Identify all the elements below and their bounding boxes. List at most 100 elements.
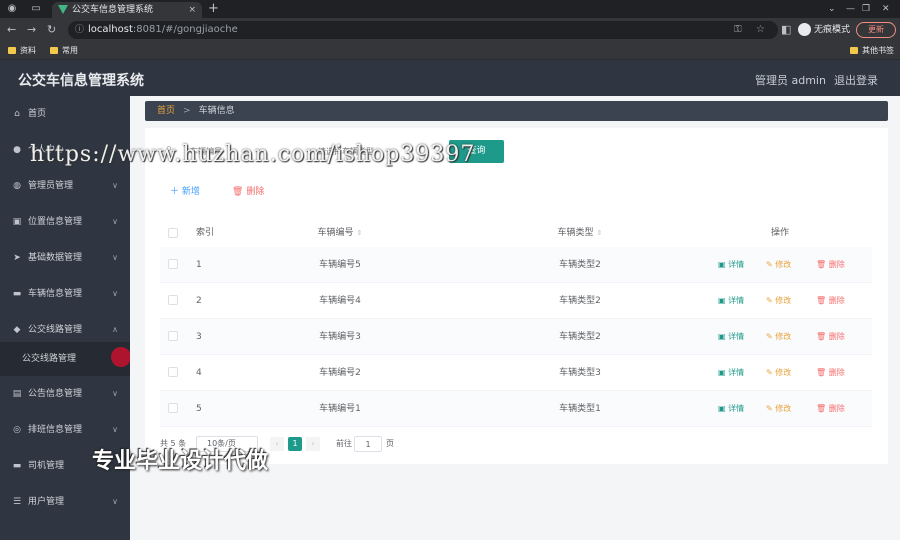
edit-button[interactable]: ✎ 修改 bbox=[766, 355, 791, 391]
breadcrumb-current: 车辆信息 bbox=[198, 106, 235, 116]
pager-goto-label: 前往 bbox=[336, 439, 352, 448]
cell-vehicle-no: 车辆编号2 bbox=[319, 368, 361, 378]
detail-button[interactable]: ▣ 详情 bbox=[718, 391, 744, 427]
logout-link[interactable]: 退出登录 bbox=[834, 72, 878, 88]
window-close-icon[interactable]: ✕ bbox=[882, 2, 890, 16]
cell-vehicle-type: 车辆类型2 bbox=[559, 296, 601, 306]
detail-button[interactable]: ▣ 详情 bbox=[718, 355, 744, 391]
sidebar-item-users[interactable]: ☰ 用户管理 ∨ bbox=[0, 484, 130, 520]
header-operations: 操作 bbox=[770, 228, 789, 238]
sidebar-item-vehicle[interactable]: ▬ 车辆信息管理 ∨ bbox=[0, 276, 130, 312]
pager-page-label: 页 bbox=[386, 439, 394, 448]
row-checkbox[interactable] bbox=[168, 259, 178, 269]
location-icon: ◆ bbox=[13, 325, 21, 335]
header-vehicle-type[interactable]: 车辆类型 ⇕ bbox=[520, 220, 640, 246]
sidepanel-icon[interactable]: ◧ bbox=[781, 23, 791, 37]
edit-button[interactable]: ✎ 修改 bbox=[766, 319, 791, 355]
cell-index: 2 bbox=[196, 296, 202, 306]
reload-icon[interactable]: ↻ bbox=[47, 23, 56, 37]
tab-close-icon[interactable]: × bbox=[188, 2, 196, 18]
browser-tab-strip: ◉ ▭ 公交车信息管理系统 × + ⌄ — ❐ ✕ bbox=[0, 0, 900, 18]
tab-switch-icon[interactable]: ▭ bbox=[28, 2, 44, 16]
next-page-icon[interactable]: › bbox=[306, 437, 320, 451]
sidebar-item-location[interactable]: ▣ 位置信息管理 ∨ bbox=[0, 204, 130, 240]
table-row: 3 车辆编号3 车辆类型2 ▣ 详情 ✎ 修改 🗑 删除 bbox=[160, 319, 872, 355]
chevron-down-icon[interactable]: ⌄ bbox=[828, 2, 836, 16]
cell-vehicle-no: 车辆编号3 bbox=[319, 332, 361, 342]
edit-button[interactable]: ✎ 修改 bbox=[766, 283, 791, 319]
other-bookmarks[interactable]: 其他书签 bbox=[850, 45, 894, 57]
select-all-checkbox[interactable] bbox=[168, 228, 178, 238]
prev-page-icon[interactable]: ‹ bbox=[270, 437, 284, 451]
cell-vehicle-type: 车辆类型3 bbox=[559, 368, 601, 378]
cell-vehicle-type: 车辆类型2 bbox=[559, 260, 601, 270]
key-icon[interactable]: ⚿ bbox=[734, 21, 742, 39]
current-page[interactable]: 1 bbox=[288, 437, 302, 451]
sidebar-item-home[interactable]: ⌂ 首页 bbox=[0, 96, 130, 132]
page-jump-input[interactable] bbox=[354, 436, 382, 452]
cell-vehicle-no: 车辆编号5 bbox=[319, 260, 361, 270]
header-vehicle-no[interactable]: 车辆编号 ⇕ bbox=[280, 220, 400, 246]
breadcrumb-home[interactable]: 首页 bbox=[157, 106, 175, 116]
delete-button[interactable]: 🗑 删除 bbox=[816, 355, 845, 391]
chevron-down-icon: ∨ bbox=[112, 253, 118, 262]
row-checkbox[interactable] bbox=[168, 403, 178, 413]
delete-button[interactable]: 🗑 删除 bbox=[816, 283, 845, 319]
breadcrumb: 首页 > 车辆信息 bbox=[145, 101, 888, 121]
cell-index: 5 bbox=[196, 404, 202, 414]
minimize-icon[interactable]: — bbox=[846, 2, 855, 16]
back-icon[interactable]: ← bbox=[7, 23, 16, 37]
forward-icon[interactable]: → bbox=[27, 23, 36, 37]
bookmark-folder-1[interactable]: 资料 bbox=[8, 45, 36, 57]
detail-button[interactable]: ▣ 详情 bbox=[718, 319, 744, 355]
sliders-icon: ☰ bbox=[12, 497, 22, 507]
address-bar[interactable]: ⓘ localhost:8081/#/gongjiaoche ⚿ ☆ bbox=[68, 21, 778, 39]
briefcase-icon: ▣ bbox=[12, 217, 22, 227]
update-button[interactable]: 更新 bbox=[856, 22, 896, 38]
bookmark-star-icon[interactable]: ☆ bbox=[756, 21, 765, 39]
delete-button[interactable]: 🗑 删除 bbox=[816, 247, 845, 283]
edit-button[interactable]: ✎ 修改 bbox=[766, 391, 791, 427]
new-tab-icon[interactable]: + bbox=[208, 1, 219, 16]
table-row: 2 车辆编号4 车辆类型2 ▣ 详情 ✎ 修改 🗑 删除 bbox=[160, 283, 872, 319]
app-header: 公交车信息管理系统 管理员 admin 退出登录 bbox=[0, 60, 900, 96]
row-checkbox[interactable] bbox=[168, 367, 178, 377]
sidebar-item-notice[interactable]: ▤ 公告信息管理 ∨ bbox=[0, 376, 130, 412]
compass-icon: ◎ bbox=[13, 425, 21, 435]
home-icon: ⌂ bbox=[14, 109, 20, 119]
bookmark-folder-2[interactable]: 常用 bbox=[50, 45, 78, 57]
sort-icon[interactable]: ⇕ bbox=[357, 229, 363, 237]
tab-title: 公交车信息管理系统 bbox=[72, 5, 154, 15]
sidebar-item-admin[interactable]: ◍ 管理员管理 ∨ bbox=[0, 168, 130, 204]
watermark-text: 专业毕业设计代做 bbox=[92, 449, 269, 474]
incognito-icon bbox=[798, 23, 811, 36]
table-row: 4 车辆编号2 车辆类型3 ▣ 详情 ✎ 修改 🗑 删除 bbox=[160, 355, 872, 391]
folder-icon bbox=[50, 47, 58, 54]
browser-menu-icon[interactable]: ◉ bbox=[4, 2, 20, 16]
document-icon: ▤ bbox=[12, 389, 22, 399]
restore-icon[interactable]: ❐ bbox=[862, 2, 870, 16]
detail-button[interactable]: ▣ 详情 bbox=[718, 247, 744, 283]
monitor-icon: ▬ bbox=[12, 289, 22, 299]
app-title: 公交车信息管理系统 bbox=[18, 73, 144, 89]
incognito-indicator[interactable]: 无痕模式 bbox=[798, 23, 850, 37]
send-icon: ➤ bbox=[13, 253, 21, 263]
chevron-down-icon: ∨ bbox=[112, 181, 118, 190]
sort-icon[interactable]: ⇕ bbox=[597, 229, 603, 237]
batch-delete-button[interactable]: 🗑 删除 bbox=[232, 184, 264, 197]
sidebar-item-basic-data[interactable]: ➤ 基础数据管理 ∨ bbox=[0, 240, 130, 276]
delete-button[interactable]: 🗑 删除 bbox=[816, 319, 845, 355]
delete-button[interactable]: 🗑 删除 bbox=[816, 391, 845, 427]
chevron-down-icon: ∨ bbox=[112, 389, 118, 398]
url-path: :8081/#/gongjiaoche bbox=[132, 24, 238, 35]
row-checkbox[interactable] bbox=[168, 295, 178, 305]
watermark-url: https://www.huzhan.com/ishop39397 bbox=[30, 142, 476, 167]
cursor-highlight bbox=[111, 347, 131, 367]
add-button[interactable]: ＋ 新增 bbox=[170, 184, 200, 197]
detail-button[interactable]: ▣ 详情 bbox=[718, 283, 744, 319]
edit-button[interactable]: ✎ 修改 bbox=[766, 247, 791, 283]
browser-tab[interactable]: 公交车信息管理系统 × bbox=[52, 2, 202, 18]
site-info-icon[interactable]: ⓘ bbox=[75, 21, 84, 39]
row-checkbox[interactable] bbox=[168, 331, 178, 341]
table-row: 1 车辆编号5 车辆类型2 ▣ 详情 ✎ 修改 🗑 删除 bbox=[160, 247, 872, 283]
